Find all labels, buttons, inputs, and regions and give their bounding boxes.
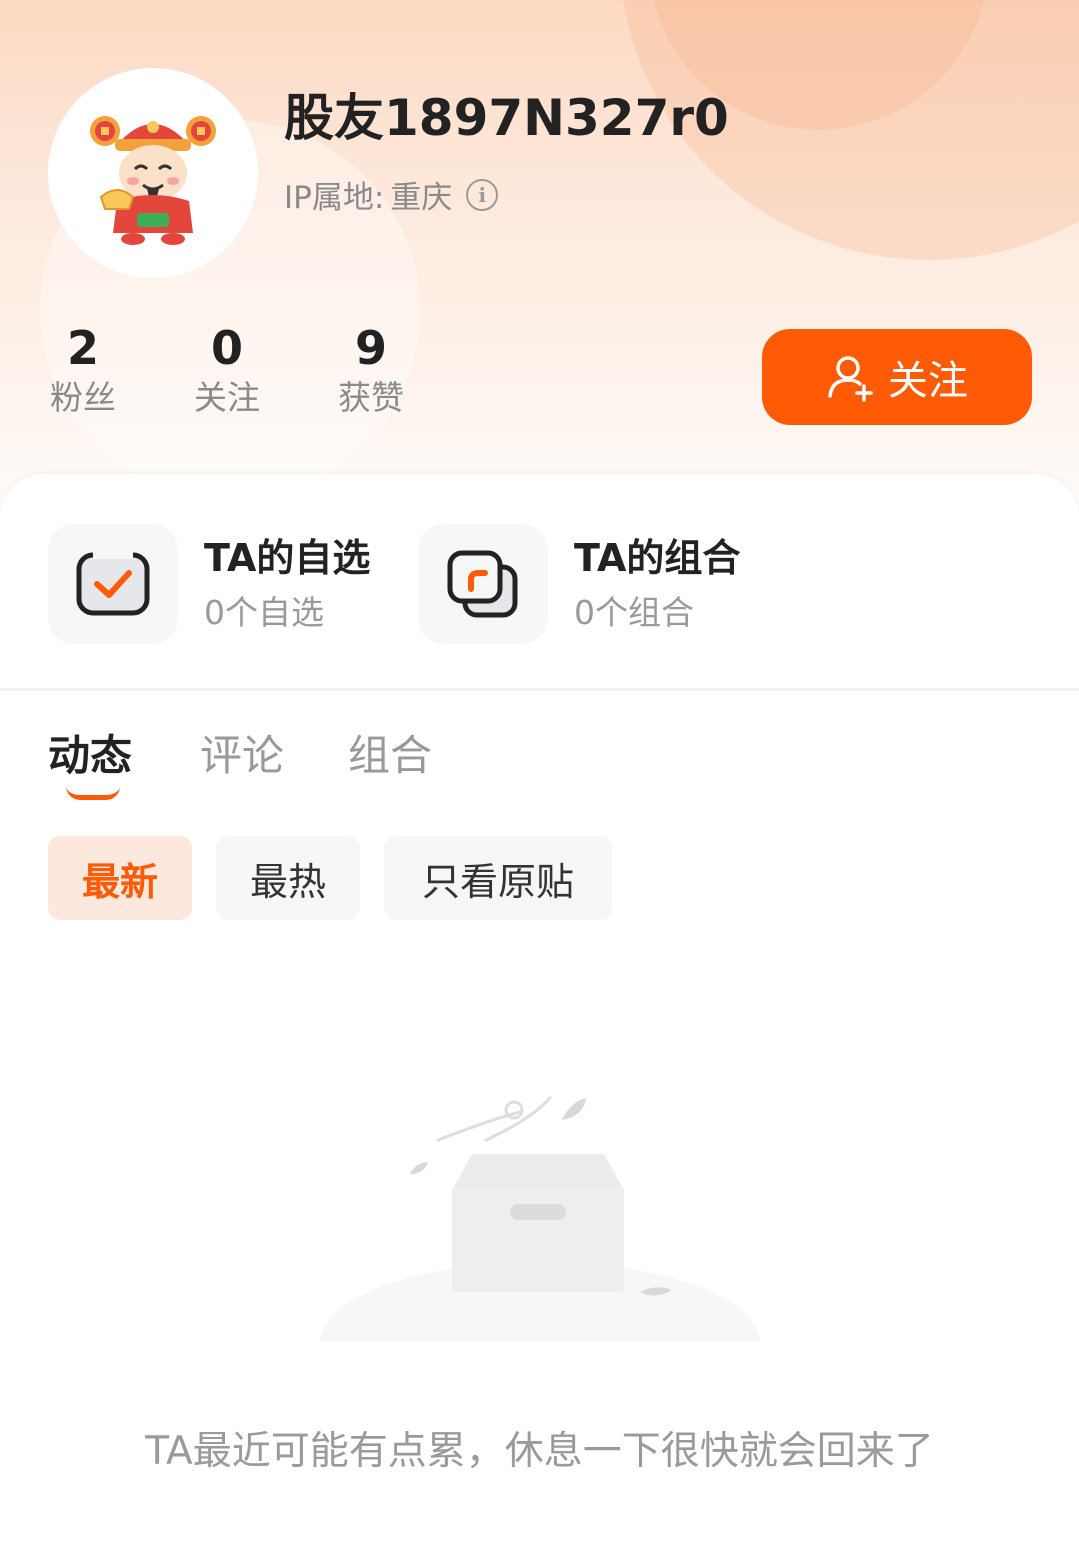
stat-following[interactable]: 0 关注 [172,320,282,420]
stat-value: 0 [210,321,243,375]
empty-state-message: TA最近可能有点累，休息一下很快就会回来了 [145,1429,934,1474]
stat-fans[interactable]: 2 粉丝 [28,320,138,420]
checkbox-icon [76,551,150,616]
portfolio-title: TA的组合 [574,536,741,580]
stat-likes[interactable]: 9 获赞 [316,320,426,420]
ip-value: 重庆 [390,180,453,216]
divider [0,688,1079,691]
username: 股友1897N327r0 [284,89,729,147]
tab-comments[interactable]: 评论 [200,722,284,783]
ip-location: IP属地: 重庆 i [284,172,499,217]
filter-original-only[interactable]: 只看原贴 [384,836,612,920]
watchlist-count: 0个自选 [204,593,324,632]
filter-hot[interactable]: 最热 [216,836,360,920]
portfolio-count: 0个组合 [574,593,694,632]
stat-value: 9 [354,321,387,375]
stat-value: 2 [66,321,99,375]
tab-portfolios[interactable]: 组合 [348,722,432,783]
info-icon[interactable]: i [466,178,499,211]
fortune-god-avatar-icon [90,116,216,245]
portfolio-icon [447,550,518,618]
add-user-icon [828,356,873,402]
avatar[interactable] [48,68,258,278]
watchlist-link[interactable]: TA的自选 0个自选 [48,524,370,644]
watchlist-title: TA的自选 [204,536,371,580]
filter-latest[interactable]: 最新 [48,836,192,920]
active-tab-indicator [66,786,120,800]
stat-label: 关注 [194,378,260,417]
tab-dynamics[interactable]: 动态 [48,722,132,783]
icon-container [48,524,178,644]
portfolio-link[interactable]: TA的组合 0个组合 [418,524,740,644]
stat-label: 粉丝 [50,378,116,417]
stat-label: 获赞 [338,378,404,417]
ip-label: IP属地: [284,180,385,216]
icon-container [418,524,548,644]
follow-button[interactable]: 关注 [762,329,1032,425]
follow-button-label: 关注 [888,358,968,404]
empty-box-icon [300,1096,780,1360]
